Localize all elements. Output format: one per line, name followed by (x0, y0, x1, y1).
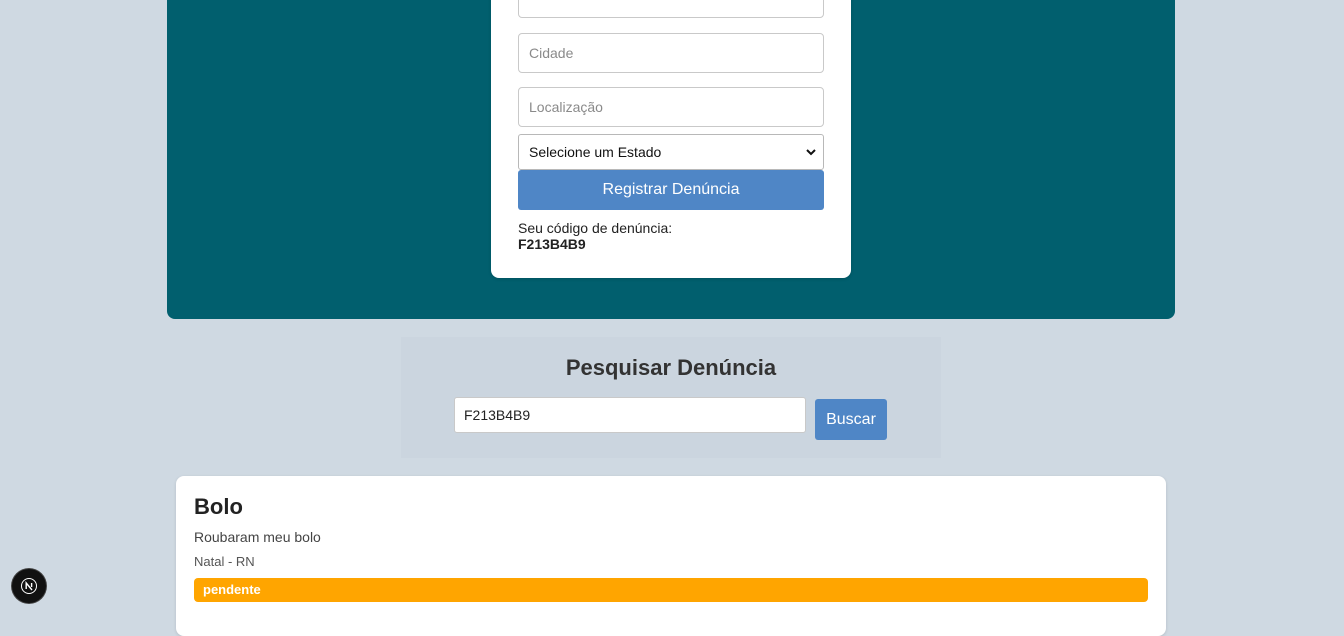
result-location: Natal - RN (194, 554, 255, 569)
report-code-label: Seu código de denúncia: (518, 220, 673, 236)
nextjs-logo-icon (21, 578, 37, 594)
status-badge: pendente (194, 578, 1148, 602)
result-card (176, 476, 1166, 636)
search-title: Pesquisar Denúncia (565, 355, 777, 380)
result-description: Roubaram meu bolo (194, 529, 321, 545)
search-button[interactable]: Buscar (815, 399, 887, 440)
result-title: Bolo (194, 494, 243, 519)
localizacao-field[interactable] (518, 87, 824, 127)
cidade-field[interactable] (518, 33, 824, 73)
chevron-down-icon (806, 149, 816, 156)
register-report-button[interactable]: Registrar Denúncia (518, 170, 824, 210)
estado-select-value: Selecione um Estado (529, 144, 662, 160)
previous-field[interactable] (518, 0, 824, 18)
estado-select[interactable]: Selecione um Estado (518, 134, 824, 170)
search-input[interactable] (454, 397, 806, 433)
dev-tools-button[interactable] (12, 569, 46, 603)
report-code-value: F213B4B9 (518, 236, 586, 252)
